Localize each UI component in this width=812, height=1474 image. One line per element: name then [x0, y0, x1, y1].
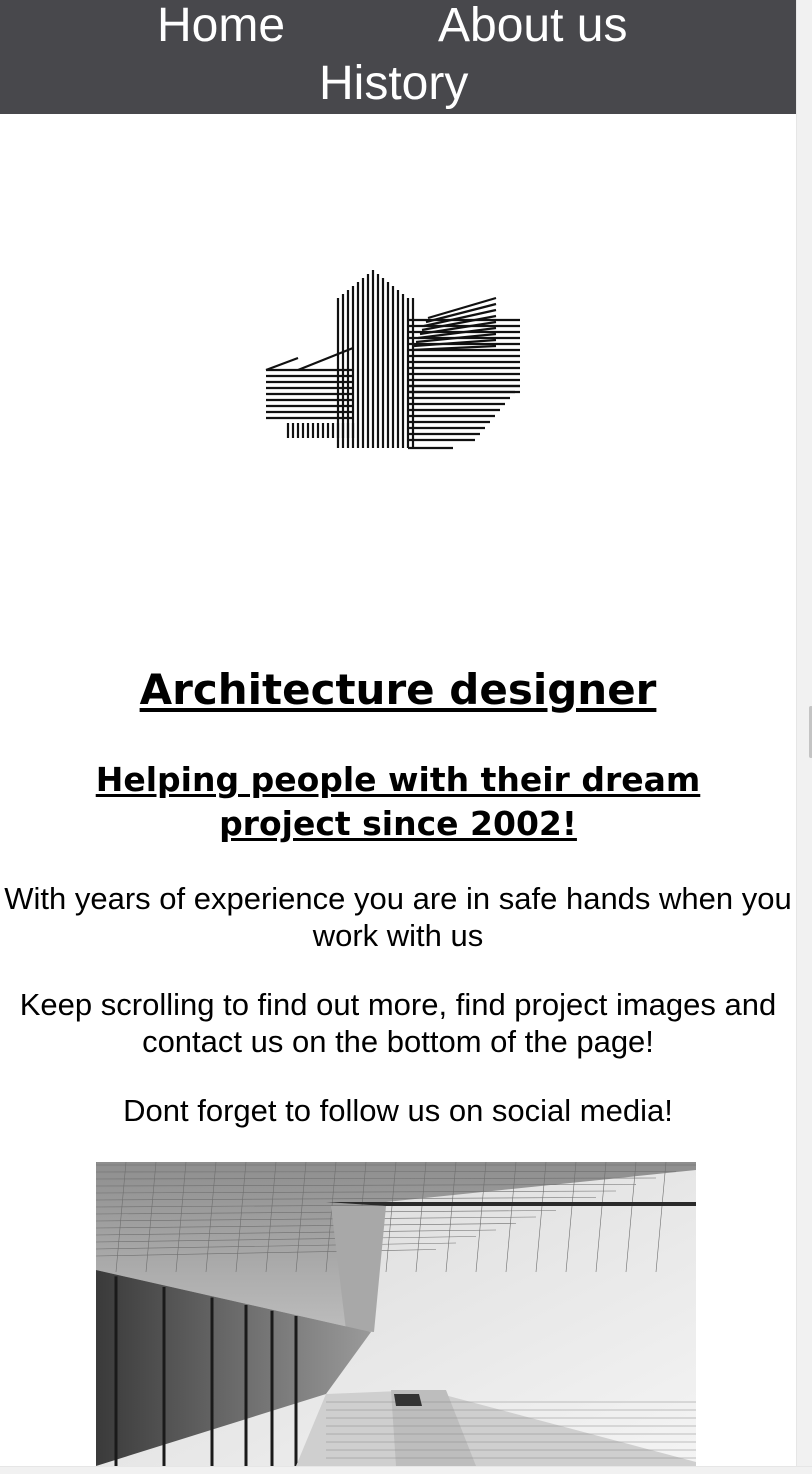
page: Home About us History Architecture desig…	[0, 0, 796, 1466]
nav-link-home[interactable]: Home	[157, 0, 285, 54]
building-photo	[96, 1162, 696, 1466]
page-title: Architecture designer	[139, 665, 657, 714]
nav-link-about-us[interactable]: About us	[438, 0, 627, 54]
horizontal-scrollbar[interactable]	[0, 1466, 812, 1474]
social-media-paragraph: Dont forget to follow us on social media…	[123, 1093, 673, 1128]
scroll-hint-paragraph: Keep scrolling to find out more, find pr…	[19, 987, 777, 1059]
top-nav: Home About us History	[0, 0, 796, 114]
building-logo-icon	[265, 270, 520, 450]
page-subtitle: Helping people with their dream project …	[95, 760, 701, 843]
vertical-scrollbar[interactable]	[796, 0, 812, 1474]
nav-link-history[interactable]: History	[319, 56, 468, 112]
intro-paragraph: With years of experience you are in safe…	[4, 881, 792, 953]
